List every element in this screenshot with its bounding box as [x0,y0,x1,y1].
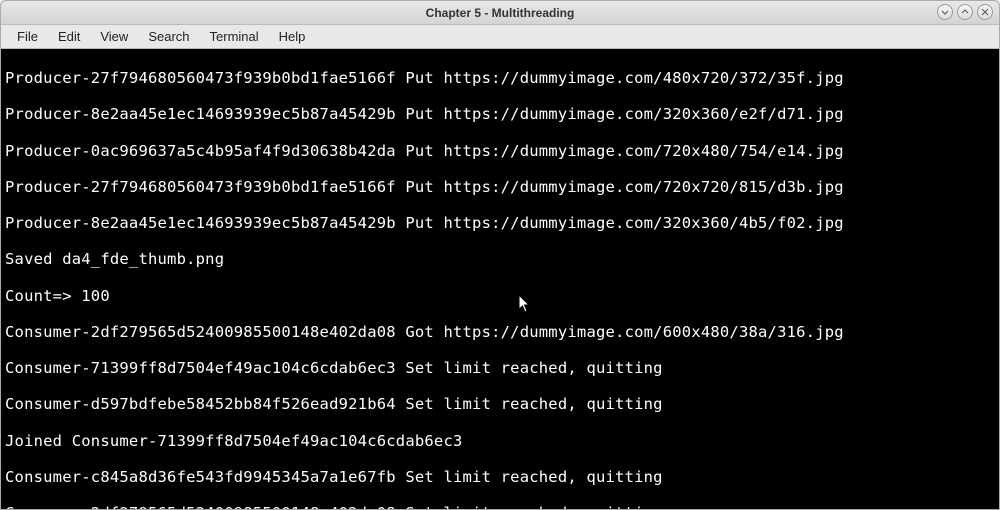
terminal-line: Saved da4_fde_thumb.png [5,250,995,268]
menu-search[interactable]: Search [138,27,199,46]
terminal-line: Producer-27f794680560473f939b0bd1fae5166… [5,178,995,196]
menu-terminal[interactable]: Terminal [200,27,269,46]
close-icon [981,8,989,16]
terminal-line: Consumer-d597bdfebe58452bb84f526ead921b6… [5,395,995,413]
window-title: Chapter 5 - Multithreading [426,6,575,20]
minimize-icon [941,8,949,16]
terminal-window: Chapter 5 - Multithreading File Edit Vie… [0,0,1000,510]
terminal-line: Joined Consumer-71399ff8d7504ef49ac104c6… [5,432,995,450]
terminal-output[interactable]: Producer-27f794680560473f939b0bd1fae5166… [1,49,999,509]
maximize-icon [961,8,969,16]
close-button[interactable] [977,4,993,20]
terminal-line: Consumer-2df279565d52400985500148e402da0… [5,504,995,509]
terminal-line: Producer-8e2aa45e1ec14693939ec5b87a45429… [5,214,995,232]
terminal-line: Count=> 100 [5,287,995,305]
maximize-button[interactable] [957,4,973,20]
minimize-button[interactable] [937,4,953,20]
titlebar: Chapter 5 - Multithreading [1,1,999,25]
menubar: File Edit View Search Terminal Help [1,25,999,49]
terminal-line: Producer-0ac969637a5c4b95af4f9d30638b42d… [5,142,995,160]
terminal-line: Producer-8e2aa45e1ec14693939ec5b87a45429… [5,105,995,123]
menu-edit[interactable]: Edit [48,27,90,46]
menu-file[interactable]: File [7,27,48,46]
terminal-line: Consumer-c845a8d36fe543fd9945345a7a1e67f… [5,468,995,486]
terminal-line: Consumer-71399ff8d7504ef49ac104c6cdab6ec… [5,359,995,377]
window-controls [937,4,993,20]
terminal-line: Producer-27f794680560473f939b0bd1fae5166… [5,69,995,87]
menu-view[interactable]: View [90,27,138,46]
menu-help[interactable]: Help [269,27,316,46]
terminal-line: Consumer-2df279565d52400985500148e402da0… [5,323,995,341]
